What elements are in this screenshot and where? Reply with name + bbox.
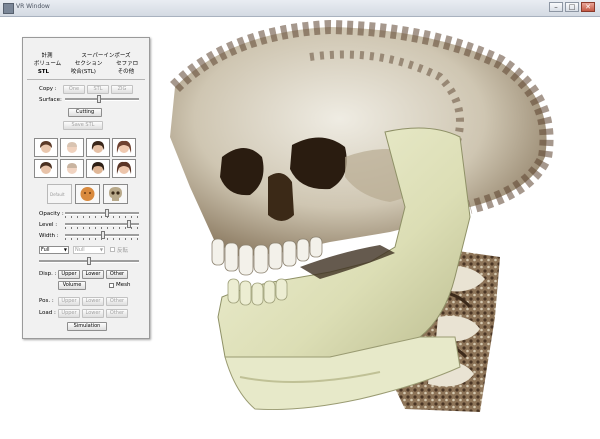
skin-preset-button[interactable] xyxy=(75,184,100,204)
viewport[interactable]: 計測 スーパーインポーズ ボリューム セクション セファロ STL 咬合(STL… xyxy=(0,17,600,439)
invert-checkbox[interactable] xyxy=(110,247,115,252)
pos-other-button[interactable]: Other xyxy=(106,297,128,306)
copy-label: Copy : xyxy=(39,86,57,92)
face-preset-icon[interactable] xyxy=(112,138,136,157)
face-preset-icon[interactable] xyxy=(60,138,84,157)
tab-volume[interactable]: ボリューム xyxy=(34,60,61,68)
default-preset-button[interactable]: Default xyxy=(47,184,72,204)
disp-upper-button[interactable]: Upper xyxy=(58,270,80,279)
face-preset-icon[interactable] xyxy=(34,159,58,178)
bone-preset-button[interactable] xyxy=(103,184,128,204)
face-preset-icon[interactable] xyxy=(34,138,58,157)
disp-label: Disp. : xyxy=(39,271,57,277)
filter-select-value: Null xyxy=(75,247,85,253)
chevron-down-icon: ▼ xyxy=(63,247,67,252)
disp-lower-button[interactable]: Lower xyxy=(82,270,104,279)
pos-lower-button[interactable]: Lower xyxy=(82,297,104,306)
title-bar: VR Window – □ ✕ xyxy=(0,0,600,17)
tab-divider xyxy=(27,79,145,80)
cranium xyxy=(170,19,554,276)
close-button[interactable]: ✕ xyxy=(581,2,595,12)
mode-select-value: Full xyxy=(41,247,50,253)
level-label: Level : xyxy=(39,222,58,228)
face-preset-icon[interactable] xyxy=(86,159,110,178)
skin-head-icon xyxy=(80,187,95,201)
load-lower-button[interactable]: Lower xyxy=(82,309,104,318)
skull-icon xyxy=(109,187,122,201)
face-preset-icon[interactable] xyxy=(86,138,110,157)
tab-strip: 計測 スーパーインポーズ ボリューム セクション セファロ STL 咬合(STL… xyxy=(27,52,145,76)
save-stl-button[interactable]: Save STL xyxy=(63,121,103,130)
tab-superimpose[interactable]: スーパーインポーズ xyxy=(81,52,130,60)
app-icon xyxy=(3,3,14,14)
surface-label: Surface: xyxy=(39,97,62,103)
opacity-slider[interactable] xyxy=(65,209,139,218)
copy-one-button[interactable]: One xyxy=(63,85,85,94)
mesh-label: Mesh xyxy=(116,282,131,288)
default-preset-label: Default xyxy=(50,192,65,197)
opacity-label: Opacity : xyxy=(39,211,64,217)
filter-select[interactable]: Null ▼ xyxy=(73,246,105,254)
invert-label: 反転 xyxy=(117,248,129,254)
tab-occlusion-stl[interactable]: 咬合(STL) xyxy=(71,68,96,76)
minimize-button[interactable]: – xyxy=(549,2,563,12)
load-upper-button[interactable]: Upper xyxy=(58,309,80,318)
face-preset-icon[interactable] xyxy=(112,159,136,178)
tab-stl[interactable]: STL xyxy=(38,68,49,76)
disp-other-button[interactable]: Other xyxy=(106,270,128,279)
mode-select[interactable]: Full ▼ xyxy=(39,246,69,254)
tab-other[interactable]: その他 xyxy=(118,68,135,76)
maximize-button[interactable]: □ xyxy=(565,2,579,12)
width-label: Width : xyxy=(39,233,59,239)
volume-button[interactable]: Volume xyxy=(58,281,86,290)
width-slider[interactable] xyxy=(65,231,139,240)
copy-zig-button[interactable]: ZIG xyxy=(111,85,133,94)
face-preset-grid xyxy=(34,138,136,178)
tab-cephalo[interactable]: セファロ xyxy=(116,60,138,68)
range-slider[interactable] xyxy=(39,257,139,266)
window-title: VR Window xyxy=(16,3,50,10)
tab-section[interactable]: セクション xyxy=(75,60,103,68)
pos-label: Pos. : xyxy=(39,298,54,304)
mesh-checkbox[interactable] xyxy=(109,283,114,288)
cutting-button[interactable]: Cutting xyxy=(68,108,102,117)
load-label: Load : xyxy=(39,310,56,316)
control-panel: 計測 スーパーインポーズ ボリューム セクション セファロ STL 咬合(STL… xyxy=(22,37,150,339)
surface-slider[interactable] xyxy=(65,95,139,104)
tab-measure[interactable]: 計測 xyxy=(41,52,52,60)
pos-upper-button[interactable]: Upper xyxy=(58,297,80,306)
chevron-down-icon: ▼ xyxy=(99,247,103,252)
copy-stl-button[interactable]: STL xyxy=(87,85,109,94)
level-slider[interactable] xyxy=(65,220,139,229)
face-preset-icon[interactable] xyxy=(60,159,84,178)
simulation-button[interactable]: Simulation xyxy=(67,322,107,331)
load-other-button[interactable]: Other xyxy=(106,309,128,318)
